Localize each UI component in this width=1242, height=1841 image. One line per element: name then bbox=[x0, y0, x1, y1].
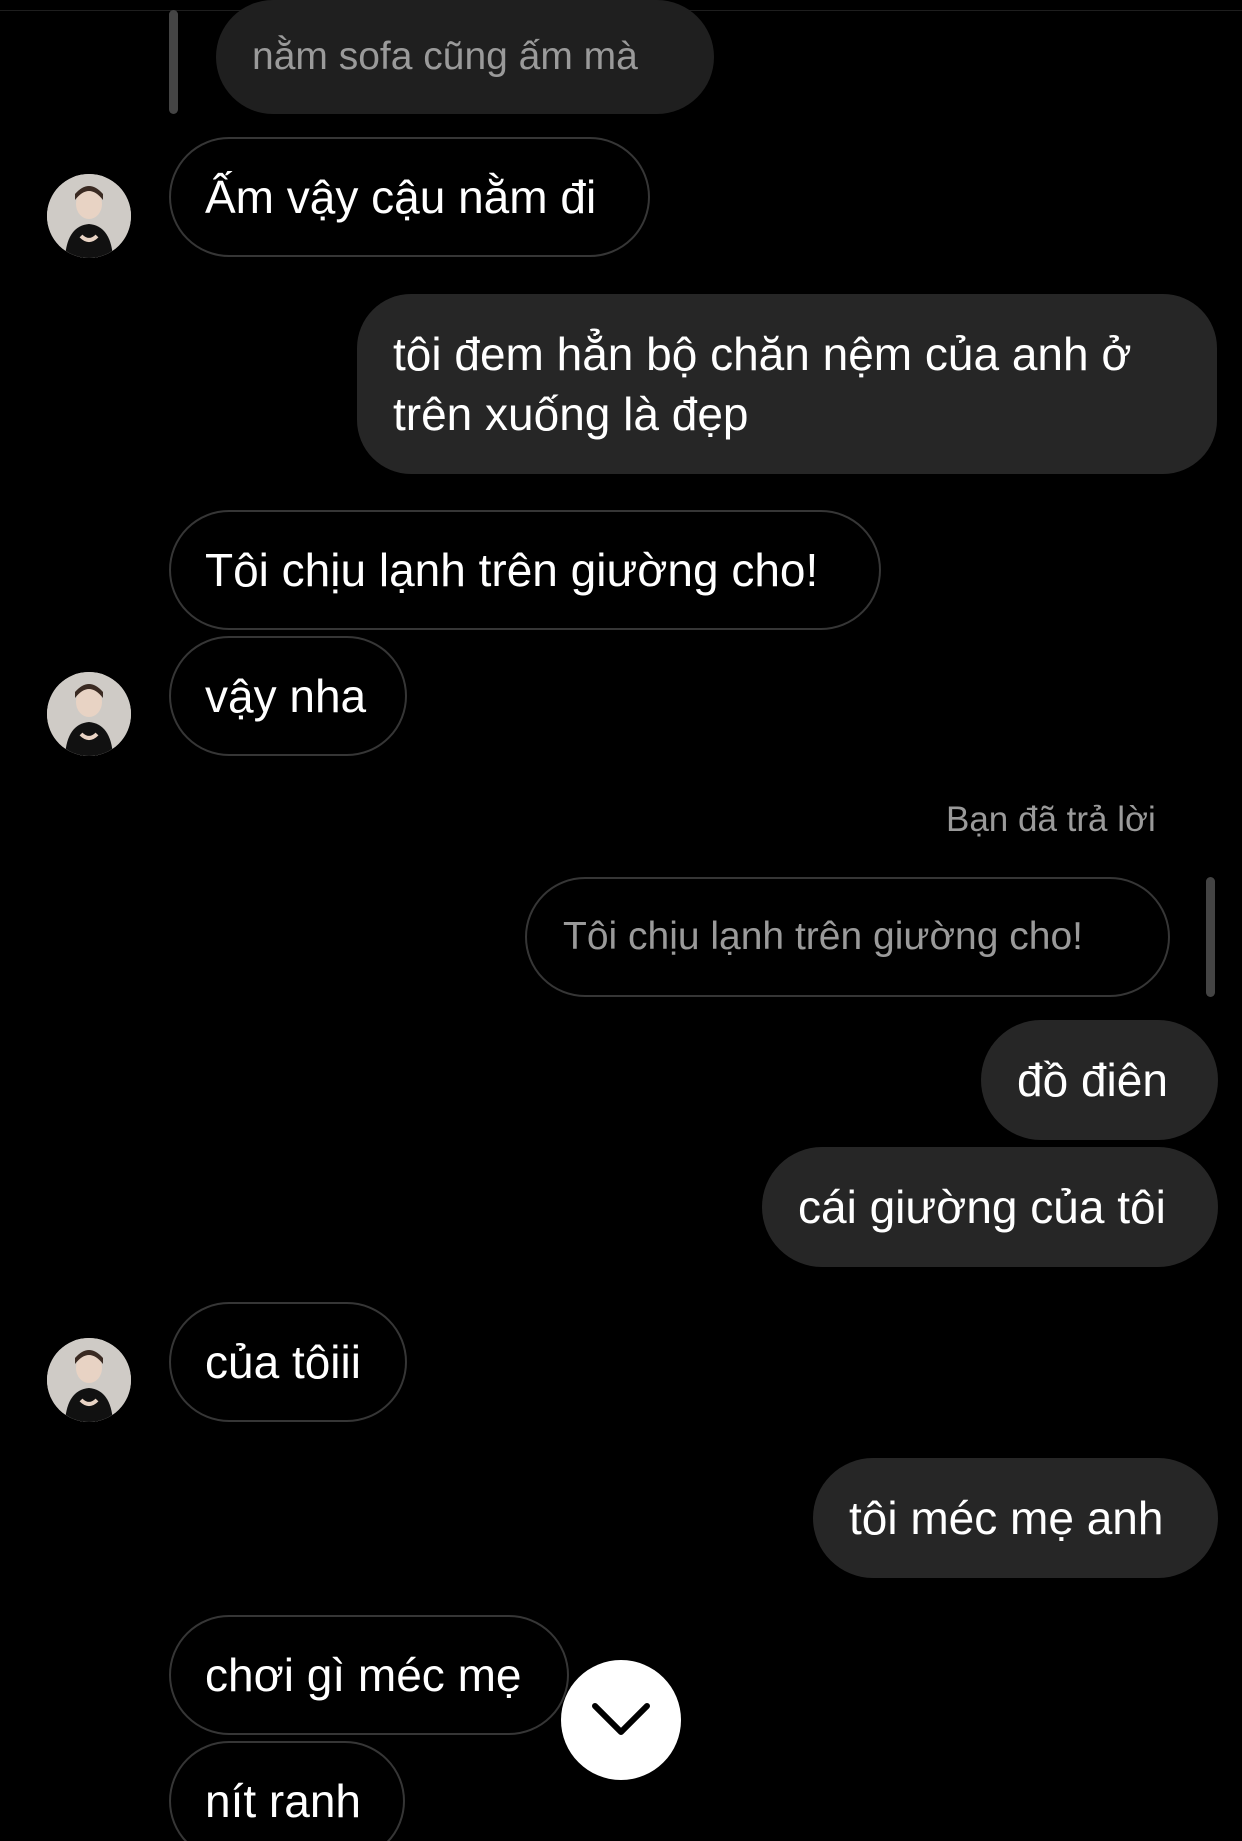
incoming-message[interactable]: chơi gì méc mẹ bbox=[169, 1615, 569, 1735]
incoming-message[interactable]: của tôiii bbox=[169, 1302, 407, 1422]
outgoing-message[interactable]: tôi méc mẹ anh bbox=[813, 1458, 1218, 1578]
avatar[interactable] bbox=[47, 672, 131, 756]
incoming-message[interactable]: Tôi chịu lạnh trên giường cho! bbox=[169, 510, 881, 630]
avatar-image bbox=[47, 1338, 131, 1422]
scroll-down-button[interactable] bbox=[561, 1660, 681, 1780]
avatar[interactable] bbox=[47, 174, 131, 258]
quoted-message[interactable]: Tôi chịu lạnh trên giường cho! bbox=[525, 877, 1170, 997]
incoming-message[interactable]: vậy nha bbox=[169, 636, 407, 756]
avatar-image bbox=[47, 174, 131, 258]
quoted-message[interactable]: nằm sofa cũng ấm mà bbox=[216, 0, 714, 114]
incoming-message[interactable]: Ấm vậy cậu nằm đi bbox=[169, 137, 650, 257]
chevron-down-icon bbox=[592, 1703, 650, 1735]
outgoing-message[interactable]: cái giường của tôi bbox=[762, 1147, 1218, 1267]
reply-indicator-bar bbox=[169, 10, 178, 114]
incoming-message[interactable]: nít ranh bbox=[169, 1741, 405, 1841]
outgoing-message[interactable]: tôi đem hẳn bộ chăn nệm của anh ở trên x… bbox=[357, 294, 1217, 474]
outgoing-message[interactable]: đồ điên bbox=[981, 1020, 1218, 1140]
reply-label: Bạn đã trả lời bbox=[946, 800, 1156, 839]
avatar[interactable] bbox=[47, 1338, 131, 1422]
avatar-image bbox=[47, 672, 131, 756]
reply-indicator-bar bbox=[1206, 877, 1215, 997]
